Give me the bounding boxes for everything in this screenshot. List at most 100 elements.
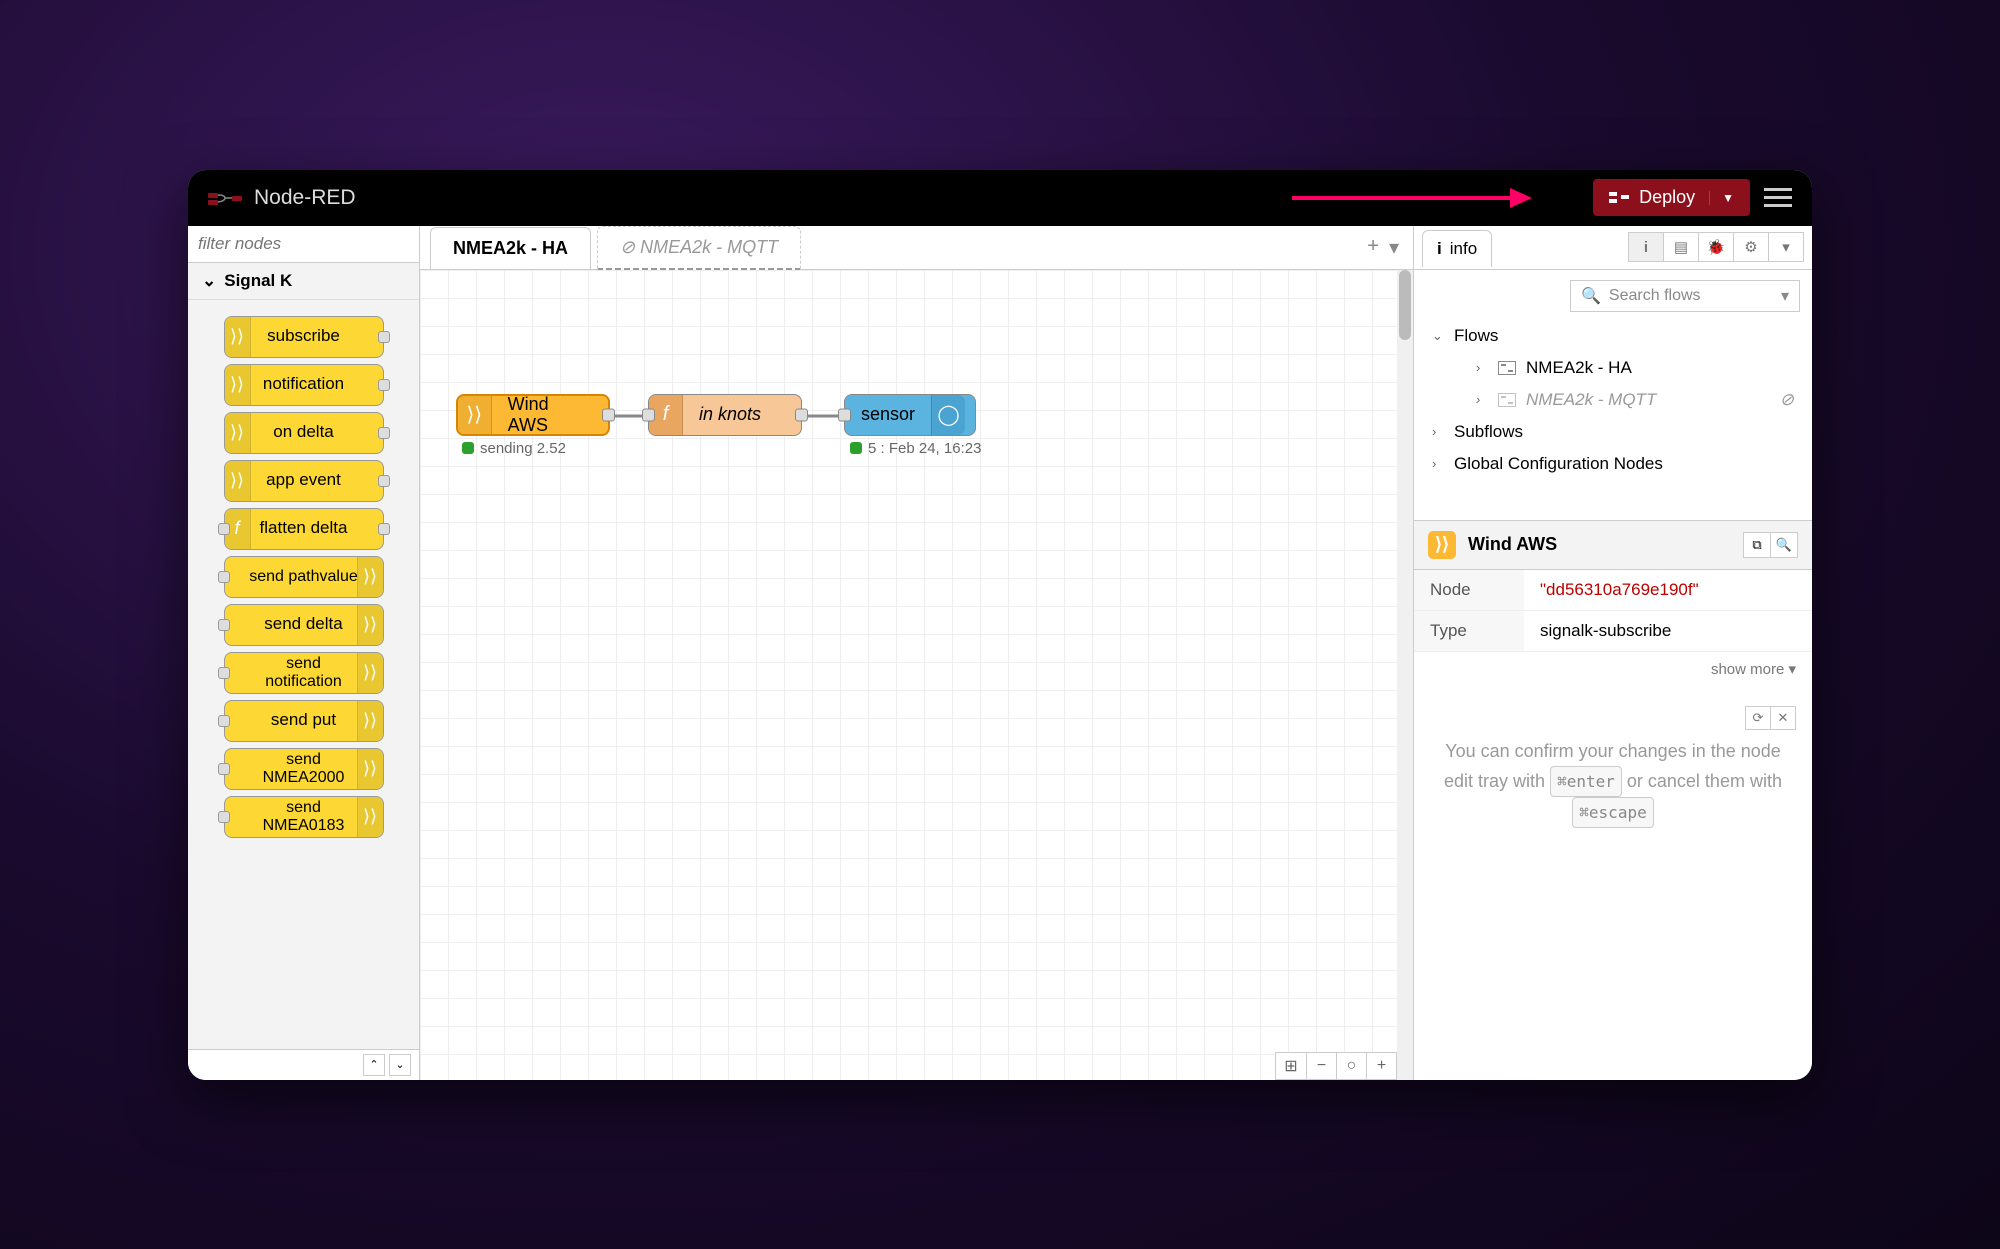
app-logo: Node-RED [208, 186, 356, 210]
node-id-label: Node [1414, 570, 1524, 611]
palette-node-send-put[interactable]: send put⟩⟩ [224, 700, 384, 742]
tree-global-config[interactable]: ›Global Configuration Nodes [1422, 448, 1804, 480]
zoom-reset-button[interactable]: ○ [1336, 1053, 1366, 1079]
disabled-icon: ⊘ [620, 237, 635, 257]
palette-category-signalk[interactable]: ⌄ Signal K [188, 263, 419, 300]
flow-icon [1498, 393, 1516, 407]
flow-tabs: NMEA2k - HA ⊘ NMEA2k - MQTT + ▾ [420, 226, 1413, 270]
palette-node-send-pathvalue[interactable]: send pathvalue⟩⟩ [224, 556, 384, 598]
signal-icon: ⟩⟩ [357, 797, 383, 837]
entity-icon: ◯ [931, 395, 965, 435]
signal-icon: ⟩⟩ [357, 749, 383, 789]
tab-nmea2k-mqtt[interactable]: ⊘ NMEA2k - MQTT [597, 226, 801, 271]
signal-icon: ⟩⟩ [1428, 531, 1456, 559]
zoom-in-button[interactable]: + [1366, 1053, 1396, 1079]
add-tab-button[interactable]: + [1367, 235, 1379, 260]
kbd-escape: ⌘escape [1572, 797, 1653, 828]
palette-footer: ⌃ ⌄ [188, 1049, 419, 1080]
deploy-button[interactable]: Deploy ▼ [1593, 179, 1750, 216]
input-port[interactable] [838, 408, 851, 421]
tip-refresh-button[interactable]: ⟳ [1745, 706, 1771, 730]
sidebar-tabs: i info i ▤ 🐞 ⚙ ▾ [1414, 226, 1812, 270]
node-status-sensor: 5 : Feb 24, 16:23 [850, 440, 981, 457]
tree-flows[interactable]: ⌄Flows [1422, 320, 1804, 352]
output-port[interactable] [602, 408, 615, 421]
canvas-footer: ⊞ − ○ + [1275, 1052, 1397, 1080]
signal-icon: ⟩⟩ [357, 557, 383, 597]
deploy-icon [1609, 190, 1629, 206]
signal-icon: ⟩⟩ [225, 365, 251, 405]
input-port[interactable] [642, 408, 655, 421]
flow-tree: ⌄Flows ›NMEA2k - HA ›NMEA2k - MQTT⊘ ›Sub… [1414, 320, 1812, 480]
signal-icon: ⟩⟩ [357, 605, 383, 645]
flow-icon [1498, 361, 1516, 375]
disabled-icon: ⊘ [1780, 390, 1794, 410]
palette-node-send-delta[interactable]: send delta⟩⟩ [224, 604, 384, 646]
kbd-enter: ⌘enter [1550, 766, 1622, 797]
palette-node-send-nmea0183[interactable]: send NMEA0183⟩⟩ [224, 796, 384, 838]
menu-button[interactable] [1764, 183, 1792, 212]
tree-flow-ha[interactable]: ›NMEA2k - HA [1422, 352, 1804, 384]
node-label: in knots [683, 404, 777, 425]
workspace: NMEA2k - HA ⊘ NMEA2k - MQTT + ▾ ⟩⟩ Wind … [420, 226, 1414, 1080]
palette-node-app-event[interactable]: ⟩⟩app event [224, 460, 384, 502]
copy-button[interactable]: ⧉ [1743, 532, 1771, 558]
palette-node-send-nmea2000[interactable]: send NMEA2000⟩⟩ [224, 748, 384, 790]
zoom-out-button[interactable]: − [1306, 1053, 1336, 1079]
category-label: Signal K [224, 271, 292, 291]
annotation-arrow [1292, 188, 1532, 208]
tree-flow-mqtt[interactable]: ›NMEA2k - MQTT⊘ [1422, 384, 1804, 416]
tab-menu-button[interactable]: ▾ [1389, 235, 1399, 260]
node-status-wind: sending 2.52 [462, 440, 566, 457]
output-port[interactable] [795, 408, 808, 421]
sidebar-tab-info[interactable]: i info [1422, 230, 1492, 267]
node-id-value: "dd56310a769e190f" [1524, 570, 1812, 611]
titlebar: Node-RED Deploy ▼ [188, 170, 1812, 226]
node-label: Wind AWS [492, 394, 608, 436]
status-dot-icon [850, 442, 862, 454]
palette-node-subscribe[interactable]: ⟩⟩subscribe [224, 316, 384, 358]
palette-node-on-delta[interactable]: ⟩⟩on delta [224, 412, 384, 454]
sidebar-more-button[interactable]: ▾ [1768, 232, 1804, 262]
sidebar-help-button[interactable]: i [1628, 232, 1664, 262]
tip-close-button[interactable]: ✕ [1770, 706, 1796, 730]
app-title: Node-RED [254, 186, 356, 210]
canvas-scrollbar[interactable] [1397, 270, 1413, 1080]
main-area: ⌄ Signal K ⟩⟩subscribe ⟩⟩notification ⟩⟩… [188, 226, 1812, 1080]
deploy-label: Deploy [1639, 187, 1695, 208]
flow-canvas[interactable]: ⟩⟩ Wind AWS sending 2.52 f in knots sens… [420, 270, 1413, 1080]
signal-icon: ⟩⟩ [458, 396, 492, 434]
search-button[interactable]: 🔍 [1770, 532, 1798, 558]
node-detail-title: Wind AWS [1468, 534, 1557, 555]
navigator-button[interactable]: ⊞ [1276, 1053, 1306, 1079]
sidebar-debug-button[interactable]: 🐞 [1698, 232, 1734, 262]
signal-icon: ⟩⟩ [357, 701, 383, 741]
palette-node-flatten-delta[interactable]: fflatten delta [224, 508, 384, 550]
node-detail-table: Node"dd56310a769e190f" Typesignalk-subsc… [1414, 570, 1812, 652]
sidebar-config-button[interactable]: ⚙ [1733, 232, 1769, 262]
node-wind-aws[interactable]: ⟩⟩ Wind AWS [456, 394, 610, 436]
palette-collapse-button[interactable]: ⌃ [363, 1054, 385, 1076]
chevron-down-icon: ⌄ [202, 271, 216, 291]
tree-subflows[interactable]: ›Subflows [1422, 416, 1804, 448]
node-label: sensor [845, 404, 931, 425]
show-more-button[interactable]: show more ▾ [1414, 652, 1812, 686]
search-icon: 🔍 [1581, 286, 1601, 306]
filter-input[interactable] [198, 234, 409, 254]
sidebar-book-button[interactable]: ▤ [1663, 232, 1699, 262]
tab-nmea2k-ha[interactable]: NMEA2k - HA [430, 227, 591, 269]
app-window: Node-RED Deploy ▼ ⌄ Signal K ⟩⟩subscr [188, 170, 1812, 1080]
signal-icon: ⟩⟩ [225, 413, 251, 453]
palette-node-notification[interactable]: ⟩⟩notification [224, 364, 384, 406]
filter-box [188, 226, 419, 263]
palette-node-send-notification[interactable]: send notification⟩⟩ [224, 652, 384, 694]
signal-icon: ⟩⟩ [225, 317, 251, 357]
search-flows-input[interactable]: 🔍 Search flows ▾ [1570, 280, 1800, 312]
deploy-caret-icon[interactable]: ▼ [1709, 191, 1734, 205]
palette-expand-button[interactable]: ⌄ [389, 1054, 411, 1076]
node-in-knots[interactable]: f in knots [648, 394, 802, 436]
sidebar: i info i ▤ 🐞 ⚙ ▾ 🔍 Search flows ▾ [1414, 226, 1812, 1080]
node-sensor[interactable]: sensor ◯ [844, 394, 976, 436]
node-type-value: signalk-subscribe [1524, 610, 1812, 651]
tip-box: ⟳ ✕ You can confirm your changes in the … [1430, 736, 1796, 829]
